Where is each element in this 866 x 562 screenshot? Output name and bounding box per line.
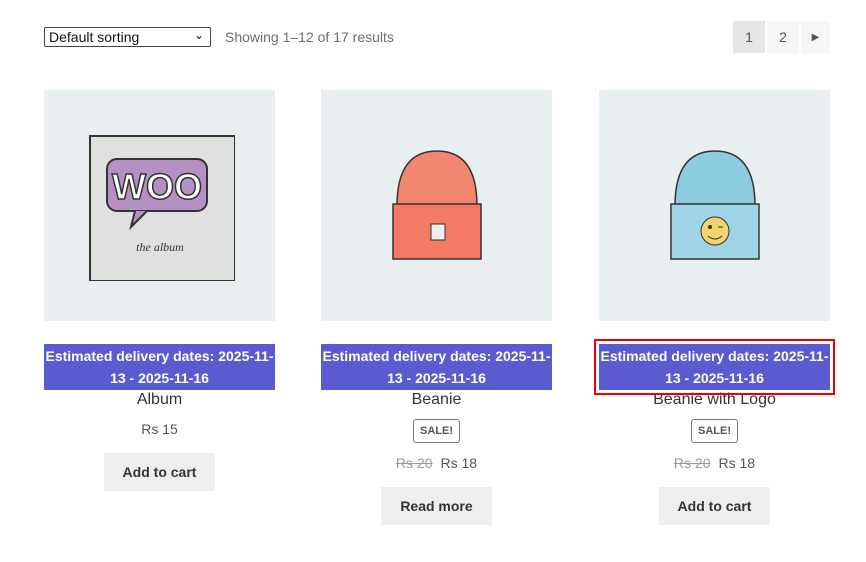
album-illustration: WOO the album [88, 134, 235, 281]
chevron-right-icon: ▶ [811, 31, 820, 43]
chevron-down-icon: ⌄ [193, 28, 204, 42]
product-card: Estimated delivery dates: 2025-11-13 - 2… [594, 90, 835, 525]
sort-select[interactable]: Default sorting ⌄ [44, 27, 211, 47]
sale-badge: SALE! [413, 419, 460, 443]
page-2[interactable]: 2 [767, 21, 799, 53]
price: Rs 18 [718, 455, 756, 471]
svg-text:WOO: WOO [112, 166, 202, 207]
page-1[interactable]: 1 [733, 21, 765, 53]
add-to-cart-button[interactable]: Add to cart [658, 487, 771, 525]
read-more-button[interactable]: Read more [381, 487, 492, 525]
result-count: Showing 1–12 of 17 results [225, 29, 394, 45]
next-page-button[interactable]: ▶ [801, 21, 830, 53]
beanie-illustration [391, 149, 482, 260]
product-card: WOO the album Estimated delivery dates: … [44, 90, 275, 491]
product-title[interactable]: Beanie [321, 391, 552, 409]
price: Rs 15 [141, 421, 178, 437]
sale-badge: SALE! [691, 419, 738, 443]
product-card: Estimated delivery dates: 2025-11-13 - 2… [321, 90, 552, 525]
price: Rs 18 [440, 455, 478, 471]
sort-value: Default sorting [49, 29, 140, 45]
delivery-estimate: Estimated delivery dates: 2025-11-13 - 2… [321, 344, 552, 390]
beanie-logo-illustration [669, 149, 760, 260]
delivery-estimate: Estimated delivery dates: 2025-11-13 - 2… [594, 339, 835, 395]
svg-text:the album: the album [136, 240, 184, 254]
product-image[interactable] [321, 90, 552, 321]
product-title[interactable]: Album [44, 391, 275, 409]
product-title[interactable]: Beanie with Logo [599, 391, 830, 409]
delivery-estimate: Estimated delivery dates: 2025-11-13 - 2… [44, 344, 275, 390]
old-price: Rs 20 [673, 455, 711, 471]
old-price: Rs 20 [395, 455, 433, 471]
product-image[interactable]: WOO the album [44, 90, 275, 321]
add-to-cart-button[interactable]: Add to cart [103, 453, 216, 491]
product-image[interactable] [599, 90, 830, 321]
